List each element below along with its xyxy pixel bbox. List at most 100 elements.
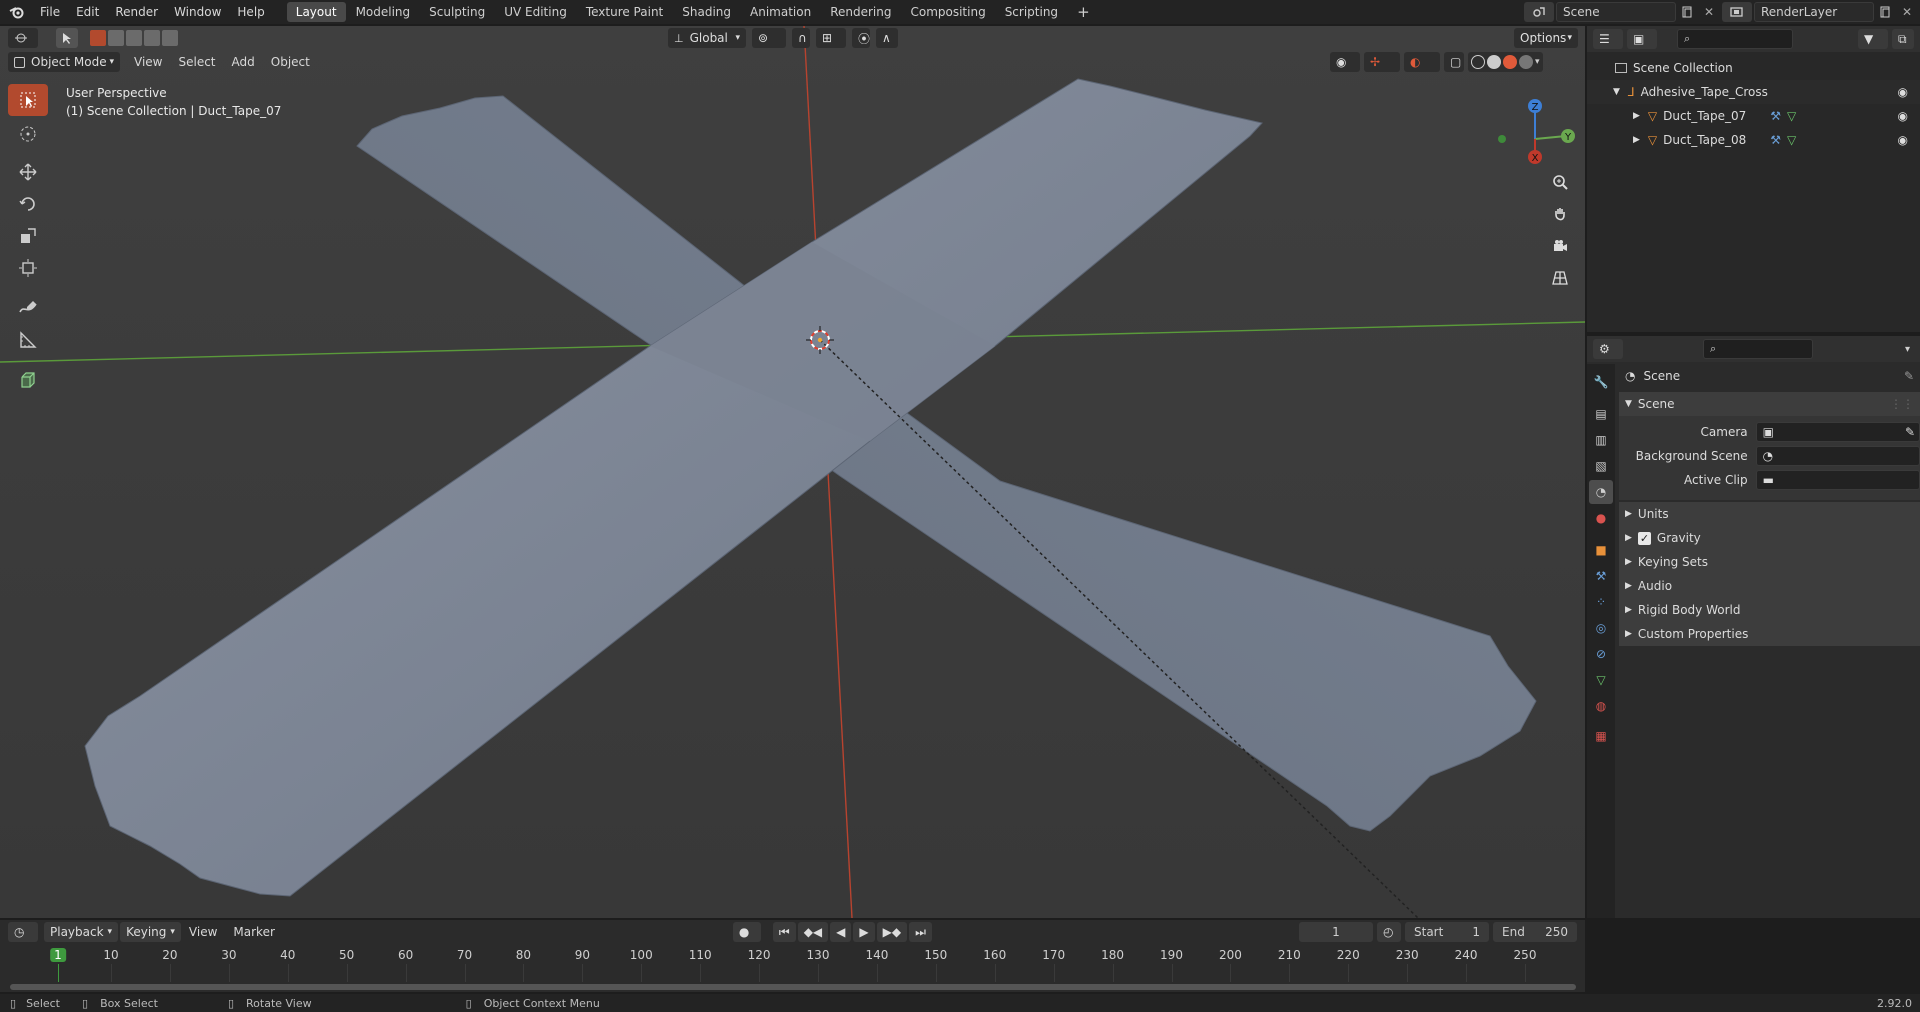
mesh-data-icon[interactable]: ▽: [1787, 133, 1796, 147]
audio-panel-header[interactable]: ▶ Audio: [1619, 574, 1920, 598]
viewport-canvas[interactable]: [0, 26, 1585, 918]
add-workspace-button[interactable]: +: [1068, 2, 1099, 22]
viewport-menu-add[interactable]: Add: [224, 55, 263, 69]
keying-sets-panel-header[interactable]: ▶ Keying Sets: [1619, 550, 1920, 574]
select-extend-icon[interactable]: [108, 30, 124, 46]
new-view-layer-icon[interactable]: [1874, 2, 1896, 22]
delete-scene-icon[interactable]: ✕: [1698, 2, 1720, 22]
camera-field[interactable]: ▣ ✎: [1755, 422, 1920, 442]
select-intersect-icon[interactable]: [162, 30, 178, 46]
scene-name[interactable]: Scene: [1563, 5, 1600, 19]
tab-layout[interactable]: Layout: [286, 2, 346, 22]
tab-rendering[interactable]: Rendering: [821, 2, 900, 22]
pin-icon[interactable]: ✎: [1904, 369, 1914, 383]
tool-move[interactable]: [8, 156, 48, 188]
next-keyframe-button[interactable]: ▶◆: [876, 922, 908, 942]
viewport-menu-select[interactable]: Select: [170, 55, 223, 69]
custom-properties-panel-header[interactable]: ▶ Custom Properties: [1619, 622, 1920, 646]
view-layer-properties-icon[interactable]: ▧: [1589, 454, 1613, 478]
tool-properties-icon[interactable]: 🔧: [1589, 370, 1613, 394]
tool-annotate[interactable]: [8, 292, 48, 324]
visibility-dropdown[interactable]: ◉: [1330, 52, 1360, 72]
outliner-row-object[interactable]: ▶ ▽ Duct_Tape_07 ⚒ ▽ ◉: [1587, 104, 1920, 128]
select-subtract-icon[interactable]: [126, 30, 142, 46]
scene-panel-header[interactable]: ▼ Scene ⋮⋮: [1619, 392, 1920, 416]
physics-properties-icon[interactable]: ◎: [1589, 616, 1613, 640]
timeline-editor-type[interactable]: ◷: [8, 922, 38, 942]
background-scene-field[interactable]: ◔: [1755, 446, 1920, 466]
current-frame-field[interactable]: 1: [1299, 922, 1373, 942]
expand-arrow-icon[interactable]: ▶: [1633, 111, 1640, 121]
delete-view-layer-icon[interactable]: ✕: [1896, 2, 1918, 22]
chevron-down-icon[interactable]: ▾: [1905, 344, 1910, 355]
wireframe-shading-icon[interactable]: [1471, 55, 1485, 69]
timeline-scrollbar[interactable]: [10, 984, 1576, 990]
new-collection-button[interactable]: ⧉: [1892, 29, 1914, 49]
outliner-row-object[interactable]: ▶ ▽ Duct_Tape_08 ⚒ ▽ ◉: [1587, 128, 1920, 152]
modifier-wrench-icon[interactable]: ⚒: [1770, 109, 1781, 123]
overlays-toggle[interactable]: ◐: [1404, 52, 1440, 72]
viewport-menu-view[interactable]: View: [126, 55, 170, 69]
prev-keyframe-button[interactable]: ◆◀: [797, 922, 829, 942]
rendered-shading-icon[interactable]: [1519, 55, 1533, 69]
menu-edit[interactable]: Edit: [68, 5, 107, 19]
material-properties-icon[interactable]: ◍: [1589, 694, 1613, 718]
menu-render[interactable]: Render: [107, 5, 166, 19]
pivot-point-dropdown[interactable]: ⊚: [752, 28, 786, 48]
menu-window[interactable]: Window: [166, 5, 229, 19]
view-layer-name[interactable]: RenderLayer: [1761, 5, 1837, 19]
view-layer-selector[interactable]: RenderLayer ✕: [1722, 2, 1918, 22]
scene-properties-icon[interactable]: ◔: [1589, 480, 1613, 504]
tab-shading[interactable]: Shading: [673, 2, 740, 22]
mesh-data-icon[interactable]: ▽: [1787, 109, 1796, 123]
rigid-body-world-panel-header[interactable]: ▶ Rigid Body World: [1619, 598, 1920, 622]
xray-toggle[interactable]: ▢: [1444, 52, 1464, 72]
gizmo-toggle[interactable]: ✢: [1364, 52, 1400, 72]
modifier-wrench-icon[interactable]: ⚒: [1770, 133, 1781, 147]
playback-dropdown[interactable]: Playback ▾: [44, 922, 119, 942]
tab-modeling[interactable]: Modeling: [347, 2, 420, 22]
filter-dropdown[interactable]: ▼: [1858, 29, 1888, 49]
keying-dropdown[interactable]: Keying ▾: [120, 922, 181, 942]
tab-animation[interactable]: Animation: [741, 2, 820, 22]
gizmo-z-label[interactable]: Z: [1532, 102, 1539, 113]
chevron-down-icon[interactable]: ▾: [1535, 57, 1540, 67]
properties-editor-type[interactable]: ⚙: [1593, 339, 1623, 359]
visibility-eye-icon[interactable]: ◉: [1898, 133, 1908, 147]
properties-search-input[interactable]: ⌕: [1703, 339, 1813, 359]
tab-sculpting[interactable]: Sculpting: [420, 2, 494, 22]
object-properties-icon[interactable]: ■: [1589, 538, 1613, 562]
viewport-area[interactable]: Object Mode ▾ View Select Add Object ⊥ G…: [0, 26, 1585, 918]
gravity-panel-header[interactable]: ▶ ✓ Gravity: [1619, 526, 1920, 550]
data-properties-icon[interactable]: ▽: [1589, 668, 1613, 692]
snap-target-dropdown[interactable]: ⊞: [816, 28, 846, 48]
texture-properties-icon[interactable]: ▦: [1589, 724, 1613, 748]
solid-shading-icon[interactable]: [1487, 55, 1501, 69]
select-invert-icon[interactable]: [144, 30, 160, 46]
tab-uv-editing[interactable]: UV Editing: [495, 2, 576, 22]
display-mode-dropdown[interactable]: ▣: [1627, 29, 1657, 49]
expand-arrow-icon[interactable]: ▶: [1633, 135, 1640, 145]
snap-toggle[interactable]: ∩: [792, 28, 810, 48]
expand-arrow-icon[interactable]: ▼: [1613, 87, 1620, 97]
object-mode-dropdown[interactable]: Object Mode ▾: [8, 52, 120, 72]
tab-texture-paint[interactable]: Texture Paint: [577, 2, 672, 22]
blender-logo-icon[interactable]: [6, 2, 28, 22]
scene-selector[interactable]: Scene ✕: [1524, 2, 1720, 22]
pan-hand-icon[interactable]: [1548, 202, 1572, 226]
preview-range-toggle[interactable]: ◴: [1377, 922, 1401, 942]
eyedropper-icon[interactable]: ✎: [1905, 425, 1915, 439]
gravity-checkbox[interactable]: ✓: [1637, 531, 1651, 545]
new-scene-icon[interactable]: [1676, 2, 1698, 22]
visibility-eye-icon[interactable]: ◉: [1898, 109, 1908, 123]
drag-handle-icon[interactable]: ⋮⋮: [1890, 397, 1914, 411]
transform-orientation-dropdown[interactable]: ⊥ Global ▾: [668, 28, 746, 48]
options-dropdown[interactable]: Options ▾: [1514, 28, 1578, 48]
outliner-editor-type[interactable]: ☰: [1593, 29, 1623, 49]
world-properties-icon[interactable]: ●: [1589, 506, 1613, 530]
outliner-row-collection[interactable]: ▼ ⅃ Adhesive_Tape_Cross ◉: [1587, 80, 1920, 104]
select-new-icon[interactable]: [90, 30, 106, 46]
outliner-row-scene-collection[interactable]: Scene Collection: [1587, 56, 1920, 80]
select-tool-icon[interactable]: [56, 28, 78, 48]
tab-compositing[interactable]: Compositing: [901, 2, 994, 22]
